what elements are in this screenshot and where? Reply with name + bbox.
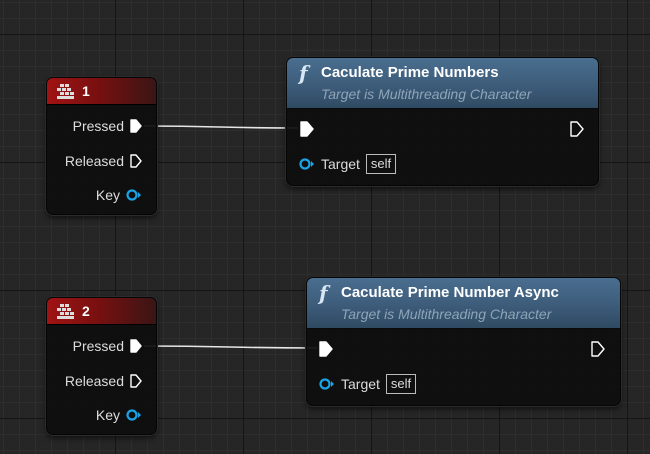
target-pin-row[interactable]: Target self xyxy=(319,374,417,394)
pressed-pin-label: Pressed xyxy=(72,338,124,354)
exec-pin-icon[interactable] xyxy=(130,339,142,353)
released-pin-label: Released xyxy=(64,153,124,169)
pressed-pin-row[interactable]: Pressed xyxy=(73,338,142,354)
function-node-title: Caculate Prime Number Async xyxy=(341,284,559,301)
key-event-node-2[interactable]: 2 Pressed Released Key xyxy=(46,297,157,435)
key-event-node-1[interactable]: 1 Pressed Released Key xyxy=(46,77,157,215)
function-node-title: Caculate Prime Numbers xyxy=(321,64,499,81)
exec-out-pin-icon[interactable] xyxy=(570,121,584,137)
function-node-calculate-prime-number-async[interactable]: f Caculate Prime Number Async Target is … xyxy=(306,277,621,406)
exec-pin-icon[interactable] xyxy=(130,374,142,388)
exec-pin-icon[interactable] xyxy=(130,119,142,133)
function-node-header[interactable]: f Caculate Prime Numbers Target is Multi… xyxy=(287,58,598,109)
event-node-header[interactable]: 1 xyxy=(47,78,156,105)
event-node-title: 1 xyxy=(82,83,90,99)
object-pin-icon[interactable] xyxy=(126,409,142,421)
object-pin-icon[interactable] xyxy=(319,378,335,390)
exec-in-pin-icon[interactable] xyxy=(319,341,333,357)
object-pin-icon[interactable] xyxy=(299,158,315,170)
target-self-value[interactable]: self xyxy=(365,154,397,174)
key-pin-label: Key xyxy=(95,407,120,423)
function-node-subtitle: Target is Multithreading Character xyxy=(341,306,552,322)
function-icon: f xyxy=(319,281,328,305)
key-pin-label: Key xyxy=(95,187,120,203)
target-self-value[interactable]: self xyxy=(385,374,417,394)
exec-in-pin-icon[interactable] xyxy=(300,121,314,137)
keyboard-key-icon xyxy=(57,83,74,99)
target-pin-label: Target xyxy=(341,376,380,392)
target-pin-row[interactable]: Target self xyxy=(299,154,397,174)
function-icon: f xyxy=(299,61,308,85)
pressed-pin-row[interactable]: Pressed xyxy=(73,118,142,134)
key-pin-row[interactable]: Key xyxy=(96,187,142,203)
released-pin-row[interactable]: Released xyxy=(65,373,142,389)
event-node-header[interactable]: 2 xyxy=(47,298,156,325)
released-pin-row[interactable]: Released xyxy=(65,153,142,169)
event-node-title: 2 xyxy=(82,303,90,319)
function-node-header[interactable]: f Caculate Prime Number Async Target is … xyxy=(307,278,620,329)
exec-wire-1 xyxy=(143,125,299,129)
exec-pin-icon[interactable] xyxy=(130,154,142,168)
released-pin-label: Released xyxy=(64,373,124,389)
pressed-pin-label: Pressed xyxy=(72,118,124,134)
object-pin-icon[interactable] xyxy=(126,189,142,201)
target-pin-label: Target xyxy=(321,156,360,172)
exec-out-pin-icon[interactable] xyxy=(591,341,605,357)
function-node-subtitle: Target is Multithreading Character xyxy=(321,86,532,102)
function-node-calculate-prime-numbers[interactable]: f Caculate Prime Numbers Target is Multi… xyxy=(286,57,599,186)
keyboard-key-icon xyxy=(57,303,74,319)
key-pin-row[interactable]: Key xyxy=(96,407,142,423)
exec-wire-2 xyxy=(143,345,318,349)
